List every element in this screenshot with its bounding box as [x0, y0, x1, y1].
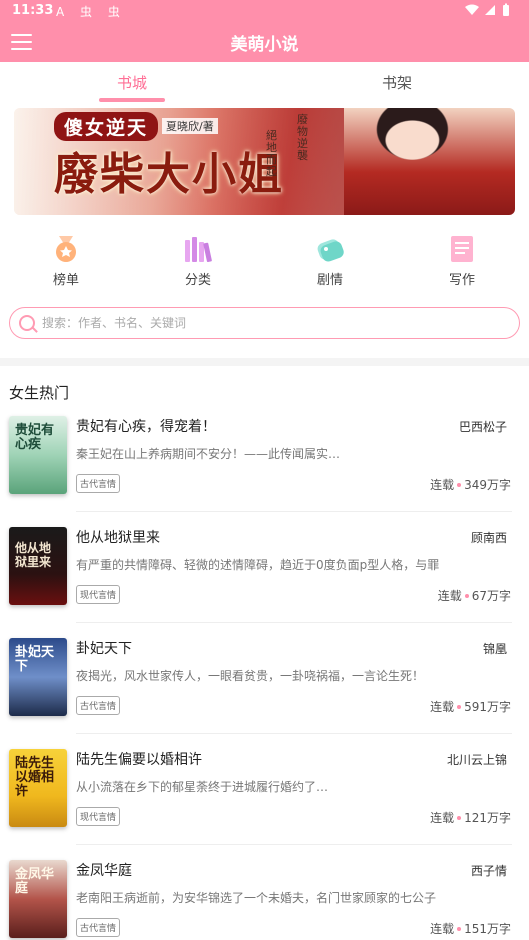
app-bar: 美萌小说	[0, 22, 529, 62]
quick-nav: 榜单 分类 剧情 写作	[0, 232, 529, 292]
nav-category[interactable]: 分类	[163, 232, 233, 288]
book-item[interactable]: 贵妃有心疾 贵妃有心疾，得宠着！ 巴西松子 秦王妃在山上养病期间不安分！——此传…	[0, 416, 529, 527]
book-item[interactable]: 他从地狱里来 他从地狱里来 顾南西 有严重的共情障碍、轻微的述情障碍，趋近于0度…	[0, 527, 529, 638]
book-title: 陆先生偏要以婚相许	[76, 752, 202, 768]
tags-icon	[315, 234, 345, 264]
book-description: 有严重的共情障碍、轻微的述情障碍，趋近于0度负面p型人格，与罪	[76, 558, 440, 572]
nav-writing-label: 写作	[448, 273, 475, 288]
section-title: 女生热门	[9, 384, 70, 402]
book-description: 老南阳王病逝前，为安华锦选了一个未婚夫，名门世家顾家的七公子	[76, 891, 437, 905]
book-word-count: 121万字	[464, 811, 511, 825]
book-cover: 卦妃天下	[9, 638, 67, 716]
section-divider	[0, 358, 529, 366]
tab-bookshelf[interactable]: 书架	[337, 72, 457, 93]
nav-writing[interactable]: 写作	[427, 232, 497, 288]
notebook-icon	[447, 234, 477, 264]
book-description: 夜揭光，风水世家传人，一眼看贫贵，一卦哓祸福，一言论生死！	[76, 669, 425, 683]
book-title: 贵妃有心疾，得宠着！	[76, 419, 216, 435]
system-icons	[463, 3, 519, 20]
book-cover-title: 卦妃天下	[15, 645, 55, 674]
book-cover-title: 贵妃有心疾	[15, 423, 55, 452]
book-meta: 连载 151万字	[430, 920, 511, 937]
book-meta: 连载 349万字	[430, 476, 511, 493]
book-word-count: 349万字	[464, 478, 511, 492]
row-divider	[76, 622, 512, 623]
book-status: 连载	[430, 811, 455, 825]
book-cover: 金凤华庭	[9, 860, 67, 938]
book-status: 连载	[430, 700, 455, 714]
book-cover: 他从地狱里来	[9, 527, 67, 605]
book-status: 连载	[430, 478, 455, 492]
book-item[interactable]: 金凤华庭 金凤华庭 西子情 老南阳王病逝前，为安华锦选了一个未婚夫，名门世家顾家…	[0, 860, 529, 940]
book-cover: 陆先生以婚相许	[9, 749, 67, 827]
status-bar: 11:33 A 虫 虫	[0, 0, 529, 22]
search-input[interactable]	[42, 312, 502, 334]
notification-icons: A 虫 虫	[56, 5, 126, 19]
book-status: 连载	[437, 589, 462, 603]
book-title: 金凤华庭	[76, 863, 132, 879]
search-bar[interactable]	[9, 307, 520, 339]
book-cover-title: 陆先生以婚相许	[15, 756, 55, 799]
row-divider	[76, 733, 512, 734]
banner-tagline: 傻女逆天	[54, 112, 159, 141]
book-genre-tag: 古代言情	[76, 474, 121, 493]
banner-illustration	[344, 108, 515, 215]
banner-page-dots	[254, 205, 278, 215]
book-item[interactable]: 陆先生以婚相许 陆先生偏要以婚相许 北川云上锦 从小流落在乡下的郁星荼终于进城履…	[0, 749, 529, 860]
book-meta: 连载 591万字	[430, 698, 511, 715]
book-word-count: 67万字	[471, 589, 511, 603]
book-meta: 连载 121万字	[430, 809, 511, 826]
search-icon	[19, 315, 35, 331]
banner-vertical-text: 絕地而起	[266, 129, 277, 178]
book-title: 他从地狱里来	[76, 530, 160, 546]
book-item[interactable]: 卦妃天下 卦妃天下 锦凰 夜揭光，风水世家传人，一眼看贫贵，一卦哓祸福，一言论生…	[0, 638, 529, 749]
row-divider	[76, 844, 512, 845]
book-genre-tag: 现代言情	[76, 807, 121, 826]
tab-indicator	[99, 98, 165, 102]
status-time: 11:33	[12, 3, 54, 18]
nav-ranking-label: 榜单	[52, 273, 79, 288]
book-author: 西子情	[470, 864, 507, 878]
banner-title: 廢柴大小姐	[54, 149, 284, 200]
book-description: 秦王妃在山上养病期间不安分！——此传闻属实…	[76, 447, 341, 461]
book-genre-tag: 现代言情	[76, 585, 121, 604]
nav-plot-label: 剧情	[316, 273, 343, 288]
nav-category-label: 分类	[184, 273, 211, 288]
book-author: 锦凰	[482, 642, 507, 656]
books-icon	[183, 234, 213, 264]
book-author: 巴西松子	[458, 420, 507, 434]
book-cover: 贵妃有心疾	[9, 416, 67, 494]
banner-author: 夏晓欣/著	[162, 118, 218, 134]
book-title: 卦妃天下	[76, 641, 132, 657]
book-cover-title: 他从地狱里来	[15, 541, 52, 569]
book-genre-tag: 古代言情	[76, 696, 121, 715]
book-meta: 连载 67万字	[438, 587, 511, 604]
book-description: 从小流落在乡下的郁星荼终于进城履行婚约了…	[76, 780, 329, 794]
app-title: 美萌小说	[230, 35, 299, 55]
nav-ranking[interactable]: 榜单	[31, 232, 101, 288]
tab-bookstore[interactable]: 书城	[72, 72, 192, 93]
book-author: 北川云上锦	[446, 753, 507, 767]
main-tabs: 书城 书架	[0, 62, 529, 104]
book-status: 连载	[430, 922, 455, 936]
book-genre-tag: 古代言情	[76, 918, 121, 937]
book-author: 顾南西	[470, 531, 507, 545]
banner-vertical-text: 廢物逆襲	[297, 113, 308, 162]
book-word-count: 151万字	[464, 922, 511, 936]
nav-plot[interactable]: 剧情	[295, 232, 365, 288]
medal-icon	[51, 234, 81, 264]
promo-banner[interactable]: 傻女逆天 夏晓欣/著 廢柴大小姐 絕地而起 廢物逆襲	[14, 108, 515, 215]
book-word-count: 591万字	[464, 700, 511, 714]
wifi-signal-battery-icon	[465, 3, 509, 16]
row-divider	[76, 511, 512, 512]
book-cover-title: 金凤华庭	[15, 867, 55, 896]
